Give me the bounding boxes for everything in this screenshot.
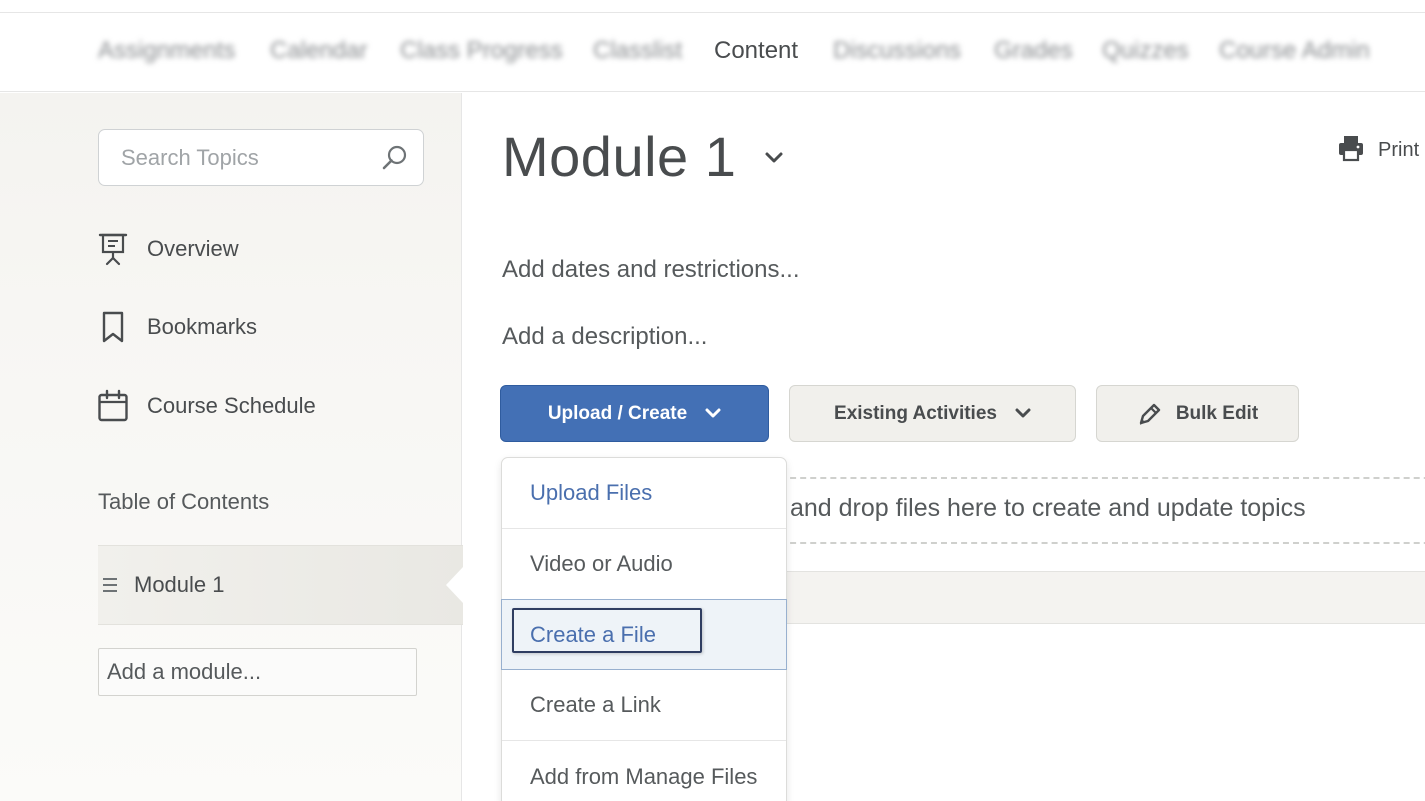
nav-classlist[interactable]: Classlist xyxy=(593,37,682,65)
existing-activities-label: Existing Activities xyxy=(834,402,997,424)
menu-item-create-file[interactable]: Create a File xyxy=(501,599,787,670)
calendar-icon xyxy=(98,389,128,423)
upload-create-button[interactable]: Upload / Create xyxy=(500,385,769,442)
module-title-row: Module 1 xyxy=(502,124,784,189)
upload-create-label: Upload / Create xyxy=(547,402,688,424)
toc-heading: Table of Contents xyxy=(98,489,270,514)
bookmarks-label: Bookmarks xyxy=(147,314,258,339)
module-item[interactable]: Module 1 xyxy=(98,545,463,625)
bookmark-icon xyxy=(98,310,128,344)
nav-discussions[interactable]: Discussions xyxy=(833,37,961,65)
chevron-down-icon xyxy=(1015,408,1031,419)
bulk-edit-label: Bulk Edit xyxy=(1175,402,1259,424)
nav-quizzes[interactable]: Quizzes xyxy=(1102,37,1189,65)
dropzone-text: and drop files here to create and update… xyxy=(790,494,1306,522)
page-title: Module 1 xyxy=(502,125,737,188)
bookmarks-link[interactable]: Bookmarks xyxy=(98,307,257,347)
page: Assignments Calendar Class Progress Clas… xyxy=(0,0,1425,801)
table-of-contents-panel: Overview Bookmarks Course Schedule Ta xyxy=(0,93,463,801)
add-module-input[interactable]: Add a module... xyxy=(98,648,417,696)
course-schedule-link[interactable]: Course Schedule xyxy=(98,386,316,426)
add-description-link[interactable]: Add a description... xyxy=(502,323,707,351)
menu-item-upload-files[interactable]: Upload Files xyxy=(502,458,786,529)
nav-grades[interactable]: Grades xyxy=(994,37,1073,65)
menu-item-manage-files[interactable]: Add from Manage Files xyxy=(502,741,786,801)
search-topics xyxy=(98,129,424,186)
nav-content[interactable]: Content xyxy=(714,37,798,65)
chevron-down-icon[interactable] xyxy=(764,151,784,170)
overview-link[interactable]: Overview xyxy=(98,229,239,269)
search-input[interactable] xyxy=(99,130,369,185)
existing-activities-button[interactable]: Existing Activities xyxy=(789,385,1076,442)
nav-calendar[interactable]: Calendar xyxy=(270,37,367,65)
print-label: Print xyxy=(1378,139,1420,161)
printer-icon xyxy=(1338,134,1364,167)
nav-assignments[interactable]: Assignments xyxy=(98,37,235,65)
nav-class-progress[interactable]: Class Progress xyxy=(400,37,563,65)
selection-pointer xyxy=(446,567,463,603)
menu-item-create-link[interactable]: Create a Link xyxy=(502,670,786,741)
pencil-icon xyxy=(1137,401,1163,427)
print-button[interactable]: Print xyxy=(1338,134,1419,167)
course-navbar: Assignments Calendar Class Progress Clas… xyxy=(0,12,1425,92)
menu-item-video-audio[interactable]: Video or Audio xyxy=(502,529,786,600)
overview-label: Overview xyxy=(147,236,239,261)
module-label: Module 1 xyxy=(134,572,225,597)
chevron-down-icon xyxy=(705,408,721,419)
upload-create-menu: Upload Files Video or Audio Create a Fil… xyxy=(501,457,787,801)
bulk-edit-button[interactable]: Bulk Edit xyxy=(1096,385,1299,442)
topic-list-header xyxy=(770,571,1425,624)
search-icon[interactable] xyxy=(379,142,411,174)
drag-handle-icon[interactable] xyxy=(103,578,117,592)
course-schedule-label: Course Schedule xyxy=(147,393,316,418)
nav-course-admin[interactable]: Course Admin xyxy=(1219,37,1370,65)
presentation-icon xyxy=(98,232,128,266)
add-dates-link[interactable]: Add dates and restrictions... xyxy=(502,256,800,284)
